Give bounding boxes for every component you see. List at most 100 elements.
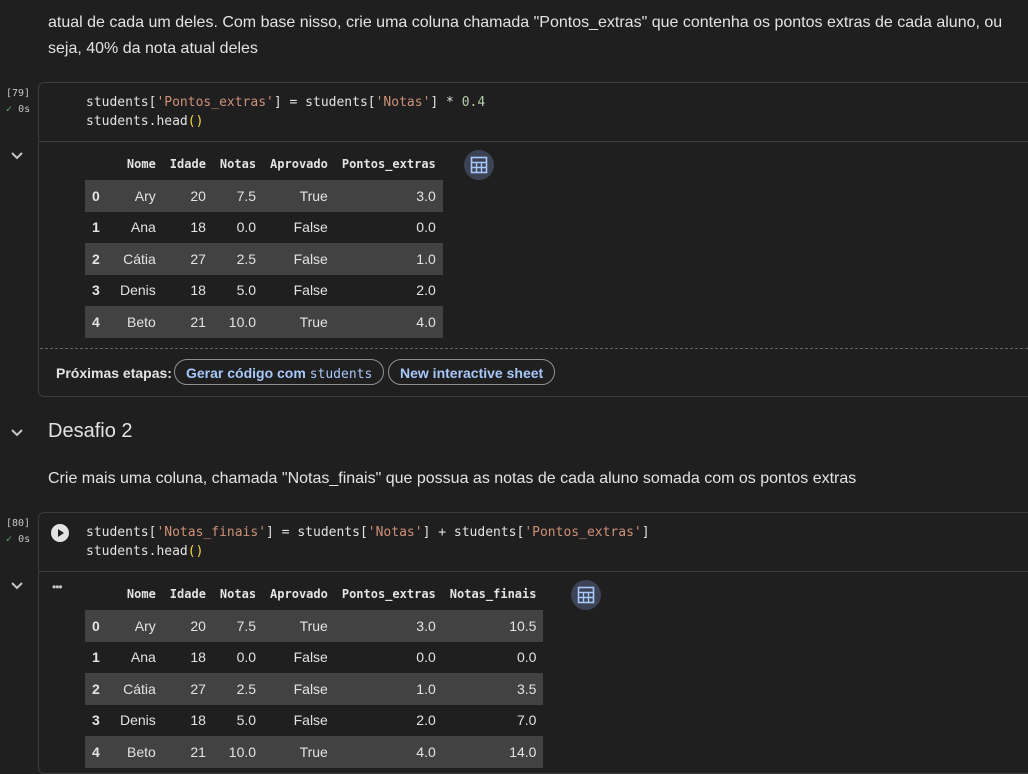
table-row: 3 Denis 18 5.0 False 2.0 <box>85 275 443 307</box>
table-cell: 2.5 <box>236 250 257 267</box>
table-cell: Beto <box>126 313 156 330</box>
column-header: Pontos_extras <box>341 587 436 601</box>
table-cell: 1.0 <box>416 680 436 697</box>
table-row: 3 Denis 18 5.0 False 2.0 7.0 <box>85 705 543 737</box>
dataframe-table: Nome Idade Notas Aprovado Pontos_extras Notas… <box>85 578 544 768</box>
column-header: Notas_finais <box>449 587 537 601</box>
table-cell: 0.0 <box>416 219 436 236</box>
row-index: 2 <box>92 250 100 267</box>
code-editor[interactable]: students['Notas_finais'] = students['Not… <box>86 523 650 561</box>
table-view-icon[interactable] <box>571 580 601 610</box>
table-cell: 0.0 <box>236 649 257 666</box>
table-cell: 2.5 <box>236 680 257 697</box>
table-cell: 0.0 <box>517 649 537 666</box>
table-view-icon[interactable] <box>464 150 494 180</box>
row-index: 3 <box>92 282 100 299</box>
table-cell: 3.0 <box>416 617 436 634</box>
next-steps-label: Próximas etapas: <box>56 365 172 381</box>
chevron-down-icon[interactable] <box>11 580 23 594</box>
output-menu-icon[interactable]: ••• <box>52 580 63 594</box>
row-index: 1 <box>92 649 100 666</box>
column-header: Notas <box>219 157 257 171</box>
column-header: Nome <box>126 157 156 171</box>
column-header: Aprovado <box>270 157 328 171</box>
table-cell: False <box>293 712 328 729</box>
next-steps-divider <box>40 348 1028 349</box>
section-collapse-icon[interactable] <box>11 427 23 441</box>
table-cell: 3.0 <box>416 187 436 204</box>
code-editor[interactable]: students['Pontos_extras'] = students['No… <box>86 93 485 131</box>
table-cell: 2.0 <box>416 712 436 729</box>
column-header: Aprovado <box>270 587 328 601</box>
table-cell: 4.0 <box>416 313 436 330</box>
table-cell: Cátia <box>123 680 156 697</box>
table-cell: Ana <box>130 219 156 236</box>
table-cell: 5.0 <box>236 712 257 729</box>
table-row: 4 Beto 21 10.0 True 4.0 <box>85 306 443 338</box>
table-header-row: Nome Idade Notas Aprovado Pontos_extras <box>85 148 443 180</box>
table-cell: 27 <box>190 680 206 697</box>
table-cell: 0.0 <box>416 649 436 666</box>
table-cell: 10.0 <box>228 313 257 330</box>
table-cell: 18 <box>190 649 206 666</box>
column-header: Idade <box>169 587 206 601</box>
markdown-text: atual de cada um deles. Com base nisso, … <box>48 14 1003 57</box>
chevron-down-icon[interactable] <box>11 150 23 164</box>
execution-count: [80] <box>6 518 31 529</box>
table-cell: 7.5 <box>236 187 257 204</box>
execution-count: [79] <box>6 88 31 99</box>
row-index: 0 <box>92 617 100 634</box>
table-row: 0 Ary 20 7.5 True 3.0 <box>85 180 443 212</box>
table-cell: True <box>299 187 328 204</box>
table-cell: 2.0 <box>416 282 436 299</box>
table-cell: 10.0 <box>228 743 257 760</box>
table-cell: 0.0 <box>236 219 257 236</box>
table-cell: 20 <box>190 187 206 204</box>
table-cell: False <box>293 250 328 267</box>
row-index: 2 <box>92 680 100 697</box>
row-index: 3 <box>92 712 100 729</box>
row-index: 0 <box>92 187 100 204</box>
table-row: 1 Ana 18 0.0 False 0.0 0.0 <box>85 642 543 674</box>
row-index: 4 <box>92 313 100 330</box>
column-header: Nome <box>126 587 156 601</box>
table-cell: 20 <box>190 617 206 634</box>
table-cell: 1.0 <box>416 250 436 267</box>
dataframe-output: Nome Idade Notas Aprovado Pontos_extras 0 Ary… <box>85 148 443 338</box>
column-header <box>85 578 113 610</box>
row-index: 4 <box>92 743 100 760</box>
table-cell: False <box>293 649 328 666</box>
check-icon: ✓ <box>6 534 13 545</box>
markdown-text: Crie mais uma coluna, chamada "Notas_fin… <box>48 470 857 487</box>
dataframe-table: Nome Idade Notas Aprovado Pontos_extras 0 Ary… <box>85 148 443 338</box>
section-heading: Desafio 2 <box>48 420 133 442</box>
table-cell: True <box>299 313 328 330</box>
execution-status: ✓ 0s <box>6 534 31 545</box>
table-cell: 10.5 <box>509 617 537 634</box>
execution-status: ✓ 0s <box>6 104 31 115</box>
table-cell: 14.0 <box>509 743 537 760</box>
table-cell: Beto <box>126 743 156 760</box>
table-cell: Cátia <box>123 250 156 267</box>
new-interactive-sheet-chip[interactable]: New interactive sheet <box>388 359 556 385</box>
run-cell-button[interactable] <box>51 524 69 542</box>
table-cell: Ana <box>130 649 156 666</box>
table-cell: True <box>299 617 328 634</box>
table-cell: 27 <box>190 250 206 267</box>
check-icon: ✓ <box>6 104 13 115</box>
table-cell: 18 <box>190 219 206 236</box>
generate-code-chip[interactable]: Gerar código com students <box>174 359 385 385</box>
output-divider <box>39 571 1028 572</box>
table-row: 4 Beto 21 10.0 True 4.0 14.0 <box>85 736 544 768</box>
table-cell: 21 <box>190 313 206 330</box>
table-row: 2 Cátia 27 2.5 False 1.0 3.5 <box>85 673 544 705</box>
table-cell: 7.0 <box>517 712 537 729</box>
dataframe-output: Nome Idade Notas Aprovado Pontos_extras Notas… <box>85 578 544 768</box>
table-cell: 18 <box>190 282 206 299</box>
column-header <box>85 148 113 180</box>
table-cell: 4.0 <box>416 743 436 760</box>
output-divider <box>39 141 1028 142</box>
table-row: 0 Ary 20 7.5 True 3.0 10.5 <box>85 610 544 642</box>
table-cell: Denis <box>120 712 156 729</box>
table-cell: False <box>293 282 328 299</box>
